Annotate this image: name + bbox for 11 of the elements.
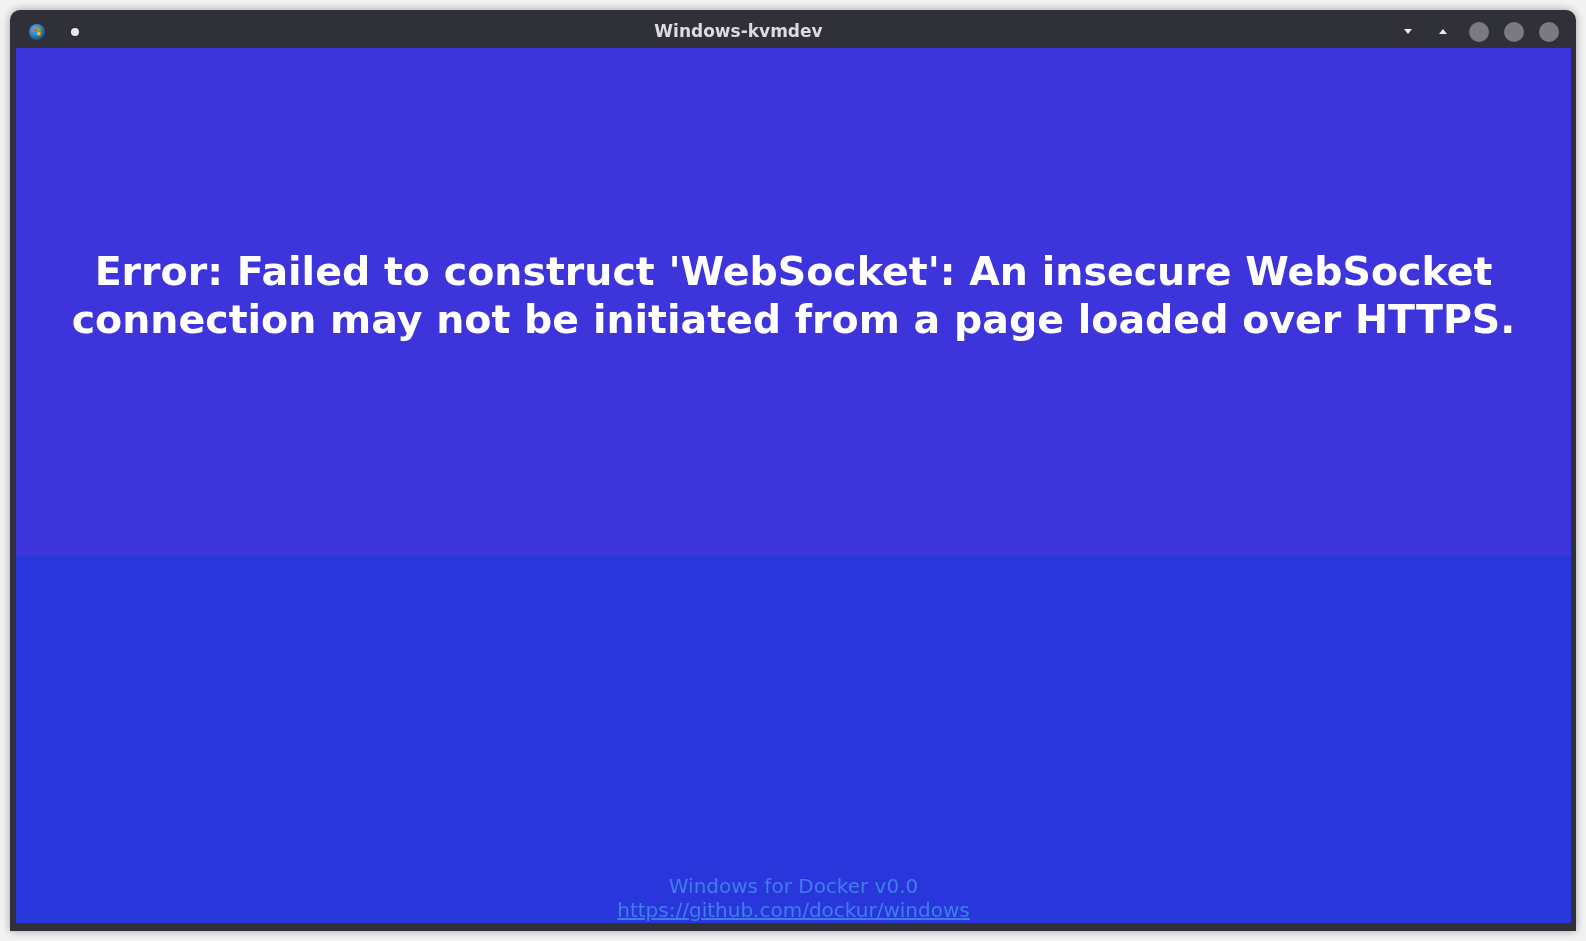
- window-control-button[interactable]: [1504, 21, 1524, 42]
- up-triangle-icon[interactable]: [1439, 29, 1447, 34]
- window-control-button[interactable]: [1539, 21, 1559, 42]
- window-title: Windows-kvmdev: [654, 19, 823, 43]
- github-link[interactable]: https://github.com/dockur/windows: [617, 898, 970, 922]
- dot-icon[interactable]: [71, 27, 79, 36]
- dropdown-triangle-icon[interactable]: [1404, 29, 1412, 34]
- logo-icon: [29, 23, 45, 40]
- window-control-button[interactable]: [1469, 21, 1489, 42]
- product-version: Windows for Docker v0.0: [668, 874, 919, 898]
- error-message: Error: Failed to construct 'WebSocket': An insecure WebSocket connection may not be initiated from a page loaded over HTTPS.: [70, 247, 1517, 343]
